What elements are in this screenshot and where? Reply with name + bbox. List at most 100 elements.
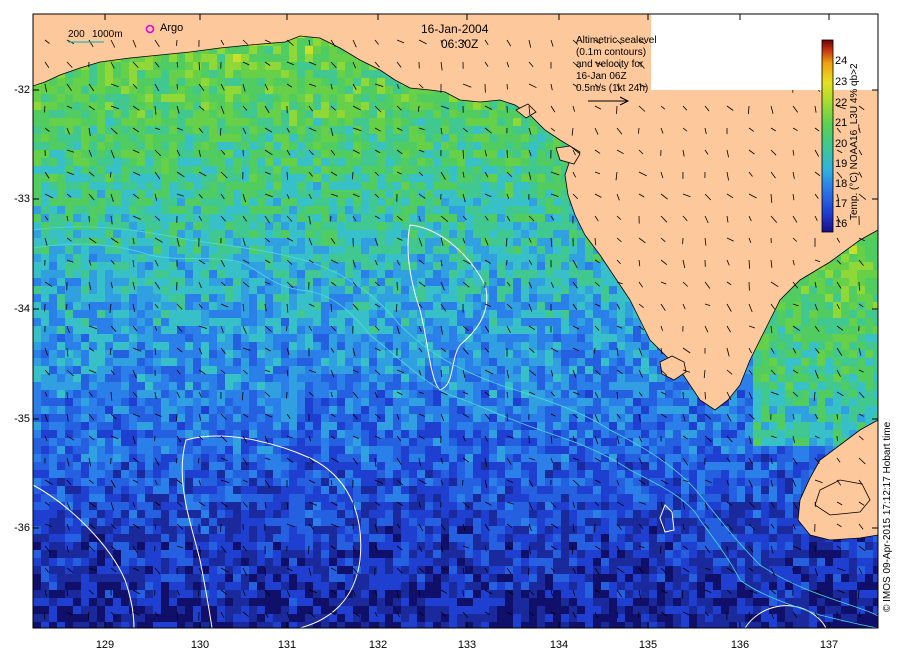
sst-cell xyxy=(505,230,513,238)
sst-cell xyxy=(417,182,425,190)
sst-cell xyxy=(441,142,449,150)
sst-cell xyxy=(249,230,257,238)
sst-cell xyxy=(153,134,161,142)
sst-cell xyxy=(49,326,57,334)
sst-cell xyxy=(417,126,425,134)
sst-cell xyxy=(433,278,441,286)
sst-cell xyxy=(137,142,145,150)
sst-cell xyxy=(233,134,241,142)
sst-cell xyxy=(137,150,145,158)
sst-cell xyxy=(81,246,89,254)
sst-cell xyxy=(241,358,249,366)
sst-cell xyxy=(65,262,73,270)
sst-cell xyxy=(505,158,513,166)
sst-cell xyxy=(465,318,473,326)
sst-cell xyxy=(177,366,185,374)
sst-cell xyxy=(89,278,97,286)
sst-cell xyxy=(81,254,89,262)
sst-cell xyxy=(265,102,273,110)
sst-cell xyxy=(169,70,177,78)
sst-cell xyxy=(337,294,345,302)
sst-cell xyxy=(225,182,233,190)
sst-cell xyxy=(617,358,625,366)
sst-cell xyxy=(297,166,305,174)
sst-cell xyxy=(457,214,465,222)
sst-cell xyxy=(129,286,137,294)
sst-cell xyxy=(513,238,521,246)
sst-cell xyxy=(297,238,305,246)
sst-cell xyxy=(73,270,81,278)
sst-cell xyxy=(225,326,233,334)
sst-cell xyxy=(585,326,593,334)
sst-cell xyxy=(257,94,265,102)
sst-cell xyxy=(369,310,377,318)
sst-cell xyxy=(617,342,625,350)
sst-cell xyxy=(233,94,241,102)
sst-cell xyxy=(57,86,65,94)
sst-cell xyxy=(857,286,865,294)
sst-cell xyxy=(441,358,449,366)
sst-cell xyxy=(73,158,81,166)
sst-cell xyxy=(353,230,361,238)
sst-cell xyxy=(113,174,121,182)
sst-cell xyxy=(833,350,841,358)
sst-cell xyxy=(185,158,193,166)
sst-cell xyxy=(121,206,129,214)
sst-cell xyxy=(249,222,257,230)
sst-cell xyxy=(537,246,545,254)
sst-cell xyxy=(633,358,641,366)
sst-cell xyxy=(65,286,73,294)
sst-cell xyxy=(849,318,857,326)
sst-cell xyxy=(817,302,825,310)
sst-cell xyxy=(409,254,417,262)
sst-cell xyxy=(137,286,145,294)
sst-cell xyxy=(217,342,225,350)
sst-cell xyxy=(161,166,169,174)
sst-cell xyxy=(457,310,465,318)
sst-cell xyxy=(345,206,353,214)
sst-cell xyxy=(561,230,569,238)
sst-cell xyxy=(489,166,497,174)
sst-cell xyxy=(73,374,81,382)
sst-cell xyxy=(305,374,313,382)
sst-cell xyxy=(193,126,201,134)
sst-cell xyxy=(113,278,121,286)
sst-cell xyxy=(345,238,353,246)
sst-cell xyxy=(793,302,801,310)
sst-cell xyxy=(409,134,417,142)
sst-cell xyxy=(553,254,561,262)
sst-cell xyxy=(57,214,65,222)
sst-cell xyxy=(385,118,393,126)
sst-cell xyxy=(137,182,145,190)
sst-cell xyxy=(49,254,57,262)
sst-cell xyxy=(529,318,537,326)
sst-cell xyxy=(361,294,369,302)
sst-cell xyxy=(441,374,449,382)
sst-cell xyxy=(321,270,329,278)
sst-cell xyxy=(249,142,257,150)
sst-cell xyxy=(401,142,409,150)
sst-cell xyxy=(369,214,377,222)
sst-cell xyxy=(49,142,57,150)
sst-cell xyxy=(89,254,97,262)
sst-cell xyxy=(337,118,345,126)
sst-cell xyxy=(201,366,209,374)
sst-cell xyxy=(313,342,321,350)
sst-cell xyxy=(105,230,113,238)
sst-cell xyxy=(145,390,153,398)
sst-cell xyxy=(505,142,513,150)
sst-cell xyxy=(273,158,281,166)
sst-cell xyxy=(345,350,353,358)
sst-cell xyxy=(145,342,153,350)
sst-cell xyxy=(825,366,833,374)
sst-cell xyxy=(169,214,177,222)
sst-cell xyxy=(865,270,873,278)
sst-cell xyxy=(449,134,457,142)
sst-cell xyxy=(313,78,321,86)
sst-cell xyxy=(217,230,225,238)
sst-cell xyxy=(409,118,417,126)
sst-cell xyxy=(361,190,369,198)
sst-cell xyxy=(393,86,401,94)
sst-cell xyxy=(369,350,377,358)
sst-cell xyxy=(537,198,545,206)
